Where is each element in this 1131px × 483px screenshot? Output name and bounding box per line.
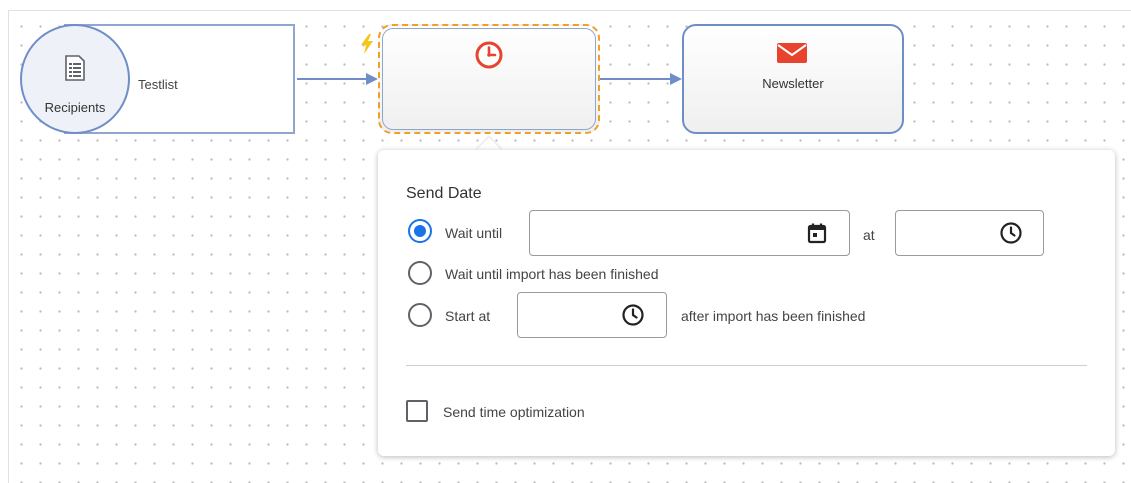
recipient-list-name: Testlist [138, 77, 178, 92]
send-time-optimization-checkbox[interactable] [406, 400, 428, 422]
start-at-label: Start at [445, 308, 491, 324]
send-date-popup: Send Date Wait until at Wait until impor… [378, 150, 1115, 456]
send-time-optimization-label: Send time optimization [443, 404, 585, 420]
connector-recipients-to-wait [297, 73, 378, 85]
time-field[interactable] [895, 210, 1044, 256]
calendar-icon[interactable] [806, 222, 828, 249]
start-at-time-field[interactable] [517, 292, 667, 338]
lightning-bolt-icon [360, 34, 374, 59]
start-at-time-input[interactable] [518, 293, 622, 337]
radio-wait-until[interactable] [408, 219, 432, 243]
popup-title: Send Date [406, 185, 482, 202]
wait-import-label: Wait until import has been finished [445, 266, 659, 282]
newsletter-label: Newsletter [762, 76, 824, 91]
clock-outline-icon[interactable] [621, 303, 645, 332]
list-document-icon [64, 55, 86, 86]
mail-envelope-icon [776, 42, 808, 69]
radio-wait-import[interactable] [408, 261, 432, 285]
date-field[interactable] [529, 210, 850, 256]
clock-outline-icon[interactable] [999, 221, 1023, 250]
wait-until-label: Wait until [445, 225, 503, 241]
radio-start-at[interactable] [408, 303, 432, 327]
after-import-label: after import has been finished [681, 308, 866, 324]
time-input[interactable] [896, 211, 999, 255]
connector-wait-to-newsletter [600, 73, 682, 85]
recipients-label: Recipients [44, 100, 106, 115]
date-input[interactable] [530, 211, 754, 255]
clock-icon [473, 39, 505, 76]
divider [406, 365, 1087, 366]
at-label: at [863, 227, 875, 243]
